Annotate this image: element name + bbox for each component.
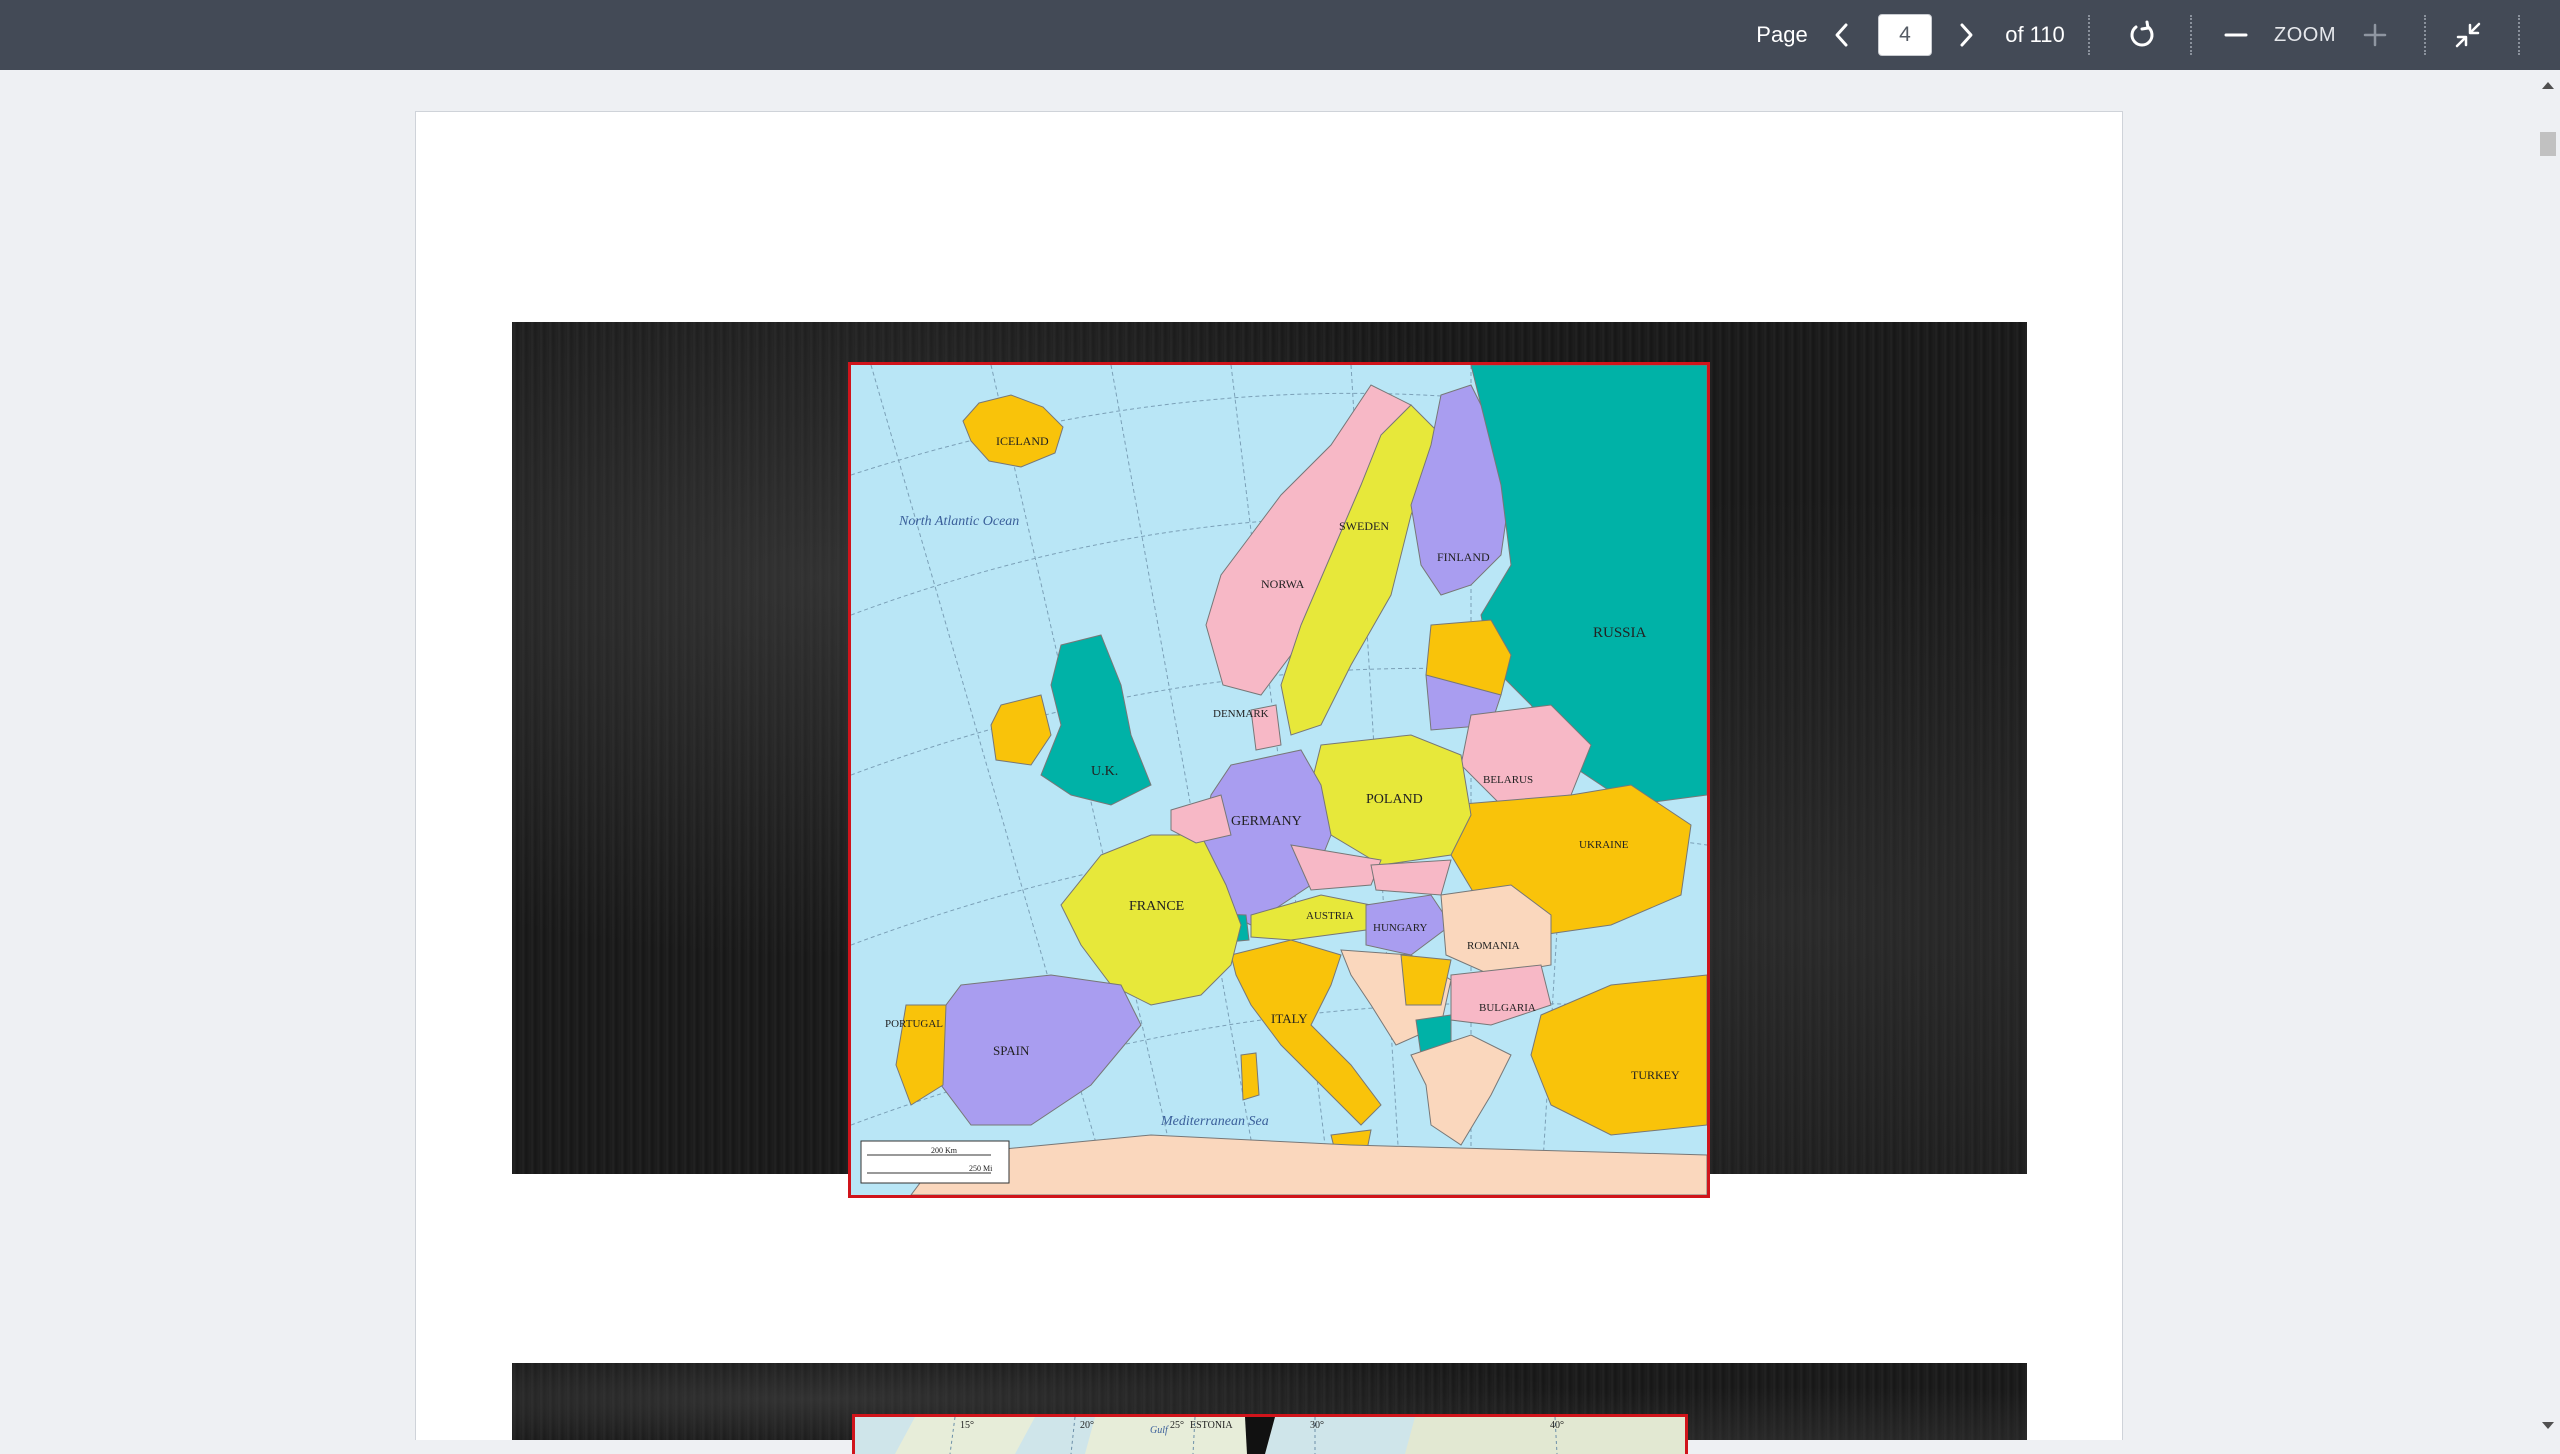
rotate-button[interactable] (2122, 0, 2162, 70)
map-label-romania: ROMANIA (1467, 940, 1520, 952)
next-page-button[interactable] (1946, 0, 1986, 70)
map-label-italy: ITALY (1271, 1011, 1308, 1026)
map-label-russia: RUSSIA (1593, 625, 1647, 641)
map-label-north-atlantic: North Atlantic Ocean (898, 514, 1019, 529)
map-label-hungary: HUNGARY (1373, 922, 1427, 934)
map-scale-km: 200 Km (931, 1146, 958, 1155)
second-map: ESTONIA 15° 20° 25° 30° 40° Gulf (855, 1417, 1685, 1454)
zoom-out-button[interactable] (2216, 0, 2256, 70)
map2-label-estonia: ESTONIA (1190, 1420, 1233, 1431)
toolbar-divider (2088, 15, 2090, 55)
map2-label-gulf: Gulf (1150, 1425, 1169, 1436)
collapse-fullscreen-button[interactable] (2448, 0, 2488, 70)
toolbar-divider (2190, 15, 2192, 55)
uk-shape (1040, 634, 1152, 806)
collapse-icon (2455, 22, 2481, 48)
map-label-sweden: SWEDEN (1339, 519, 1389, 533)
spain-shape (930, 974, 1142, 1126)
map-label-norway: NORWA (1261, 577, 1305, 591)
map-label-france: FRANCE (1129, 899, 1184, 914)
map-label-austria: AUSTRIA (1306, 910, 1354, 922)
map-label-belarus: BELARUS (1483, 774, 1533, 786)
minus-icon (2224, 33, 2248, 37)
chevron-left-icon (1835, 23, 1848, 47)
turkey-shape (1530, 974, 1707, 1136)
ireland-shape (990, 694, 1052, 766)
toolbar-divider (2424, 15, 2426, 55)
plus-icon (2363, 23, 2387, 47)
europe-map: ICELAND SWEDEN FINLAND NORWA RUSSIA DENM… (851, 365, 1707, 1195)
map-label-denmark: DENMARK (1213, 708, 1269, 720)
scrollbar-thumb[interactable] (2540, 132, 2556, 156)
greece-shape (1410, 1034, 1512, 1146)
chevron-right-icon (1960, 23, 1973, 47)
second-map-image: ESTONIA 15° 20° 25° 30° 40° Gulf (852, 1414, 1688, 1454)
map-label-spain: SPAIN (993, 1043, 1030, 1058)
page-label: Page (1756, 22, 1808, 47)
map2-label-30: 30° (1310, 1420, 1324, 1431)
bulgaria-shape (1450, 964, 1552, 1026)
map-scale-mi: 250 Mi (969, 1164, 993, 1173)
map2-label-25: 25° (1170, 1420, 1184, 1431)
map-label-finland: FINLAND (1437, 550, 1490, 564)
previous-page-button[interactable] (1822, 0, 1862, 70)
map-label-iceland: ICELAND (996, 434, 1049, 448)
map2-label-20: 20° (1080, 1420, 1094, 1431)
iceland-shape (962, 394, 1064, 468)
toolbar: Page of 110 ZOOM (0, 0, 2560, 70)
toolbar-divider (2518, 15, 2520, 55)
map-label-uk: U.K. (1091, 764, 1118, 779)
map-label-turkey: TURKEY (1631, 1068, 1680, 1082)
map-label-bulgaria: BULGARIA (1479, 1002, 1536, 1014)
scroll-up-arrow-icon[interactable] (2542, 82, 2554, 89)
page-count: of 110 (2005, 22, 2065, 47)
map-label-mediterranean: Mediterranean Sea (1160, 1114, 1269, 1129)
europe-map-image: ICELAND SWEDEN FINLAND NORWA RUSSIA DENM… (848, 362, 1710, 1198)
rotate-icon (2130, 20, 2154, 47)
zoom-label: ZOOM (2274, 23, 2336, 46)
map2-label-40: 40° (1550, 1420, 1564, 1431)
map-label-ukraine: UKRAINE (1579, 839, 1629, 851)
map-label-poland: POLAND (1366, 792, 1423, 807)
france-shape (1060, 834, 1242, 1006)
scroll-down-arrow-icon[interactable] (2542, 1422, 2554, 1429)
page-number-input[interactable] (1878, 14, 1932, 56)
vertical-scrollbar[interactable] (2536, 70, 2560, 1440)
map-label-portugal: PORTUGAL (885, 1018, 943, 1030)
map2-label-15: 15° (960, 1420, 974, 1431)
map-label-germany: GERMANY (1231, 814, 1302, 829)
zoom-in-button[interactable] (2355, 0, 2395, 70)
